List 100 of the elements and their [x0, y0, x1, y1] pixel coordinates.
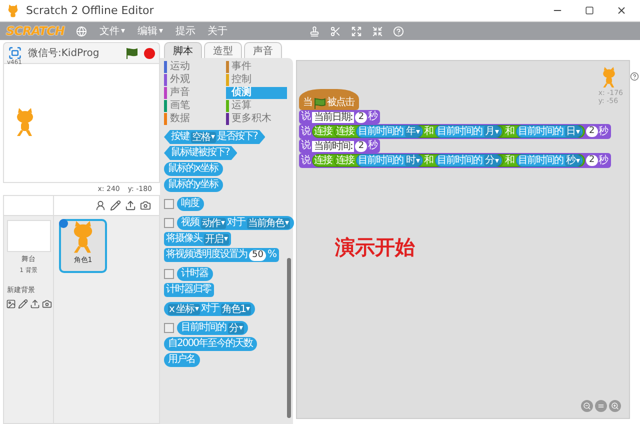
reporter-block[interactable]: 目前时间的 年 [356, 125, 423, 138]
number-field[interactable]: 50 [249, 250, 266, 260]
zoom-reset-button[interactable] [595, 400, 607, 412]
command-block[interactable]: 说 当前日期: 2 秒 [299, 110, 380, 124]
dropdown-field[interactable]: 年 [405, 126, 421, 137]
reporter-block[interactable]: 鼠标的y坐标 [164, 178, 223, 192]
expand-icon[interactable] [351, 26, 362, 36]
category-item[interactable]: 数据 [164, 113, 226, 125]
stage-thumbnail[interactable] [6, 220, 50, 252]
image-icon[interactable] [6, 299, 16, 309]
command-block[interactable]: 说 连接 连接 目前时间的 年 和 目前时间的 月 和 目前时间的 日 2 秒 [299, 124, 611, 139]
info-icon[interactable] [59, 219, 68, 228]
figure-icon[interactable] [95, 200, 106, 211]
reporter-block[interactable]: 计时器 [177, 267, 213, 281]
menu-item[interactable]: 关于 [207, 24, 228, 38]
reporter-block[interactable]: 用户名 [164, 353, 200, 367]
reporter-block[interactable]: 目前时间的 秒 [516, 154, 583, 167]
tab[interactable]: 声音 [244, 42, 282, 58]
reporter-block[interactable]: 目前时间的 分 [177, 321, 248, 335]
pencil-icon[interactable] [18, 299, 28, 309]
boolean-block[interactable]: 鼠标键被按下? [164, 146, 238, 160]
command-block[interactable]: 说 连接 连接 目前时间的 时 和 目前时间的 分 和 目前时间的 秒 2 秒 [299, 153, 611, 168]
dropdown-field[interactable]: 当前角色 [247, 218, 290, 228]
reporter-block[interactable]: x 坐标 对于 角色1 [164, 302, 256, 316]
stamp-icon[interactable] [309, 26, 320, 36]
menu-item[interactable]: 文件 [99, 24, 126, 38]
checkbox[interactable] [164, 218, 174, 228]
menu-item[interactable]: 编辑 [137, 24, 164, 38]
text-field[interactable]: 当前时间: [312, 140, 354, 152]
tab[interactable]: 造型 [204, 42, 242, 58]
dropdown-field[interactable]: x 坐标 [168, 304, 200, 314]
dropdown-field[interactable]: 日 [565, 126, 581, 137]
maximize-icon[interactable] [584, 6, 594, 15]
category-item[interactable]: 侦测 [226, 87, 287, 99]
dropdown-field[interactable]: 开启 [204, 234, 229, 244]
close-icon[interactable] [616, 5, 626, 16]
reporter-block[interactable]: 视频 动作 对于 当前角色 [177, 216, 294, 230]
scissors-icon[interactable] [330, 26, 342, 36]
zoom-in-button[interactable] [609, 400, 621, 412]
dropdown-field[interactable]: 分 [484, 155, 500, 166]
command-block[interactable]: 将视频透明度设置为 50 % [164, 248, 279, 262]
dropdown-field[interactable]: 角色1 [221, 304, 252, 314]
pencil-icon[interactable] [110, 200, 121, 211]
block-label: 目前时间的 [358, 126, 404, 138]
block-label: 对于 [227, 217, 246, 229]
category-item[interactable]: 事件 [226, 61, 287, 73]
dropdown-field[interactable]: 动作 [201, 218, 226, 228]
dropdown-field[interactable]: 时 [405, 155, 421, 166]
zoom-out-button[interactable] [581, 400, 593, 412]
reporter-block[interactable]: 目前时间的 分 [435, 154, 502, 167]
command-block[interactable]: 说 当前时间: 2 秒 [299, 139, 380, 153]
category-item[interactable]: 运动 [164, 61, 226, 73]
help-icon[interactable] [630, 72, 639, 81]
camera-icon[interactable] [42, 299, 52, 309]
reporter-block[interactable]: 自2000年至今的天数 [164, 337, 258, 351]
category-item[interactable]: 画笔 [164, 100, 226, 112]
dropdown-field[interactable]: 月 [484, 126, 500, 137]
reporter-block[interactable]: 连接 连接 目前时间的 时 和 目前时间的 分 和 目前时间的 秒 [312, 154, 585, 167]
category-item[interactable]: 运算 [226, 100, 287, 112]
reporter-block[interactable]: 目前时间的 日 [516, 125, 583, 138]
dropdown-field[interactable]: 分 [228, 322, 244, 334]
category-item[interactable]: 更多积木 [226, 113, 287, 125]
text-field[interactable]: 当前日期: [312, 112, 354, 122]
fullscreen-icon[interactable] [8, 46, 22, 60]
upload-icon[interactable] [30, 299, 40, 309]
checkbox[interactable] [164, 323, 174, 333]
number-field[interactable]: 2 [586, 126, 598, 137]
camera-icon[interactable] [140, 200, 151, 211]
checkbox[interactable] [164, 199, 174, 209]
command-block[interactable]: 将摄像头 开启 [164, 232, 231, 246]
scrollbar[interactable] [287, 258, 291, 418]
tab[interactable]: 脚本 [164, 42, 202, 58]
shrink-icon[interactable] [372, 26, 384, 36]
reporter-block[interactable]: 连接 连接 目前时间的 年 和 目前时间的 月 和 目前时间的 日 [312, 125, 585, 138]
number-field[interactable]: 2 [586, 155, 598, 166]
boolean-block[interactable]: 按键 空格 是否按下? [164, 130, 266, 144]
block-label: 目前时间的 [437, 154, 483, 166]
upload-icon[interactable] [125, 200, 136, 211]
block-label: 和 [424, 154, 434, 166]
reporter-block[interactable]: 目前时间的 月 [435, 125, 502, 138]
window-title: Scratch 2 Offline Editor [26, 4, 155, 17]
block-label: 是否按下? [217, 131, 258, 143]
number-field[interactable]: 2 [355, 140, 368, 152]
number-field[interactable]: 2 [355, 112, 368, 122]
dropdown-field[interactable]: 空格 [191, 132, 216, 142]
checkbox[interactable] [164, 269, 174, 279]
stop-icon[interactable] [144, 48, 155, 58]
reporter-block[interactable]: 目前时间的 时 [356, 154, 423, 167]
block-label: 目前时间的 [181, 322, 227, 334]
menu-item[interactable]: 提示 [175, 24, 196, 38]
caption-text: 演示开始 [335, 234, 415, 261]
reporter-block[interactable]: 连接 目前时间的 时 和 目前时间的 分 [334, 154, 504, 167]
dropdown-field[interactable]: 秒 [565, 155, 581, 166]
reporter-block[interactable]: 连接 目前时间的 年 和 目前时间的 月 [334, 125, 504, 138]
globe-icon[interactable] [76, 26, 88, 36]
reporter-block[interactable]: 鼠标的x坐标 [164, 162, 223, 176]
block-label: 鼠标键被按下? [171, 147, 230, 159]
reporter-block[interactable]: 响度 [177, 197, 204, 211]
hat-block[interactable]: 当 被点击 [299, 89, 359, 110]
block-label: 将视频透明度设置为 [166, 249, 248, 261]
